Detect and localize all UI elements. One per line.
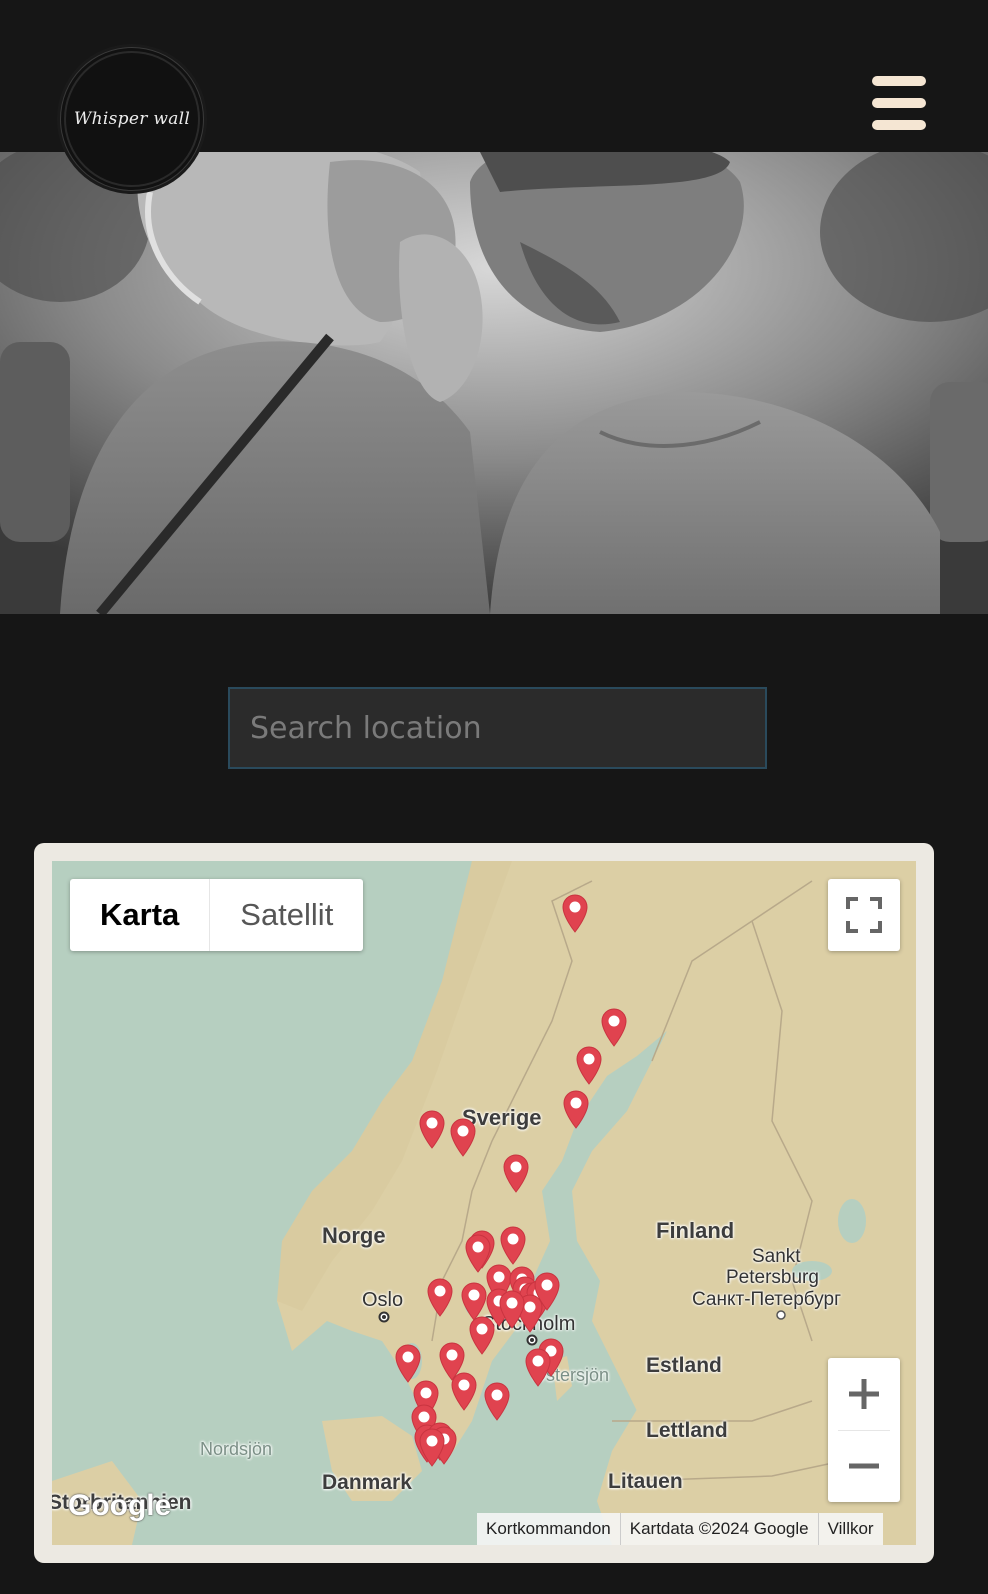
map-label-petersburg-ru: Санкт-Петербург bbox=[692, 1289, 842, 1310]
map-label-oslo: Oslo bbox=[362, 1289, 404, 1311]
map-marker-pin-icon[interactable] bbox=[450, 1371, 478, 1411]
site-logo[interactable]: Whisper wall bbox=[66, 53, 198, 185]
logo-text: Whisper wall bbox=[73, 109, 191, 129]
map-card: Sverige Norge Finland Sankt Petersburg С… bbox=[34, 843, 934, 1563]
fullscreen-button[interactable] bbox=[828, 879, 900, 951]
search-input[interactable] bbox=[228, 687, 767, 769]
map-marker-pin-icon[interactable] bbox=[483, 1381, 511, 1421]
map-marker-pin-icon[interactable] bbox=[502, 1153, 530, 1193]
zoom-in-button[interactable] bbox=[828, 1358, 900, 1430]
map-marker-pin-icon[interactable] bbox=[449, 1117, 477, 1157]
map-label-denmark: Danmark bbox=[322, 1471, 412, 1494]
map-marker-pin-icon[interactable] bbox=[524, 1347, 552, 1387]
google-logo: Google bbox=[68, 1489, 172, 1522]
map-label-finland: Finland bbox=[656, 1218, 735, 1243]
map-label-latvia: Lettland bbox=[646, 1419, 728, 1442]
map-marker-pin-icon[interactable] bbox=[600, 1007, 628, 1047]
hero-image bbox=[0, 152, 988, 614]
map-marker-pin-icon[interactable] bbox=[499, 1225, 527, 1265]
map-marker-pin-icon[interactable] bbox=[562, 1089, 590, 1129]
search-container bbox=[228, 687, 767, 769]
map-type-satellite-button[interactable]: Satellit bbox=[210, 879, 363, 951]
map-label-petersburg: Petersburg bbox=[726, 1267, 819, 1288]
keyboard-shortcuts-link[interactable]: Kortkommandon bbox=[477, 1513, 621, 1545]
map-data-text: Kartdata ©2024 Google bbox=[621, 1513, 819, 1545]
hamburger-icon[interactable] bbox=[872, 76, 926, 130]
map-marker-pin-icon[interactable] bbox=[394, 1343, 422, 1383]
hamburger-bar bbox=[872, 76, 926, 86]
map-label-sankt: Sankt bbox=[752, 1246, 801, 1267]
map-label-north-sea: Nordsjön bbox=[200, 1439, 273, 1459]
map-label-lithuania: Litauen bbox=[608, 1470, 683, 1493]
map-canvas[interactable]: Sverige Norge Finland Sankt Petersburg С… bbox=[52, 861, 916, 1545]
map-marker-pin-icon[interactable] bbox=[418, 1109, 446, 1149]
map-label-estonia: Estland bbox=[646, 1354, 722, 1377]
map-attribution: Kortkommandon Kartdata ©2024 Google Vill… bbox=[477, 1513, 883, 1545]
zoom-control bbox=[828, 1358, 900, 1502]
map-marker-pin-icon[interactable] bbox=[418, 1427, 446, 1467]
minus-icon bbox=[849, 1463, 879, 1469]
zoom-out-button[interactable] bbox=[828, 1430, 900, 1502]
hamburger-bar bbox=[872, 120, 926, 130]
map-marker-pin-icon[interactable] bbox=[468, 1315, 496, 1355]
map-type-map-button[interactable]: Karta bbox=[70, 879, 211, 951]
map-marker-pin-icon[interactable] bbox=[575, 1045, 603, 1085]
map-marker-pin-icon[interactable] bbox=[561, 893, 589, 933]
map-type-control: Karta Satellit bbox=[70, 879, 364, 951]
terms-link[interactable]: Villkor bbox=[819, 1513, 883, 1545]
map-marker-pin-icon[interactable] bbox=[426, 1277, 454, 1317]
site-header: Whisper wall bbox=[0, 0, 988, 185]
hamburger-bar bbox=[872, 98, 926, 108]
fullscreen-icon bbox=[846, 897, 882, 933]
map-label-norway: Norge bbox=[322, 1223, 386, 1248]
map-marker-pin-icon[interactable] bbox=[498, 1289, 526, 1329]
plus-icon bbox=[849, 1379, 879, 1409]
